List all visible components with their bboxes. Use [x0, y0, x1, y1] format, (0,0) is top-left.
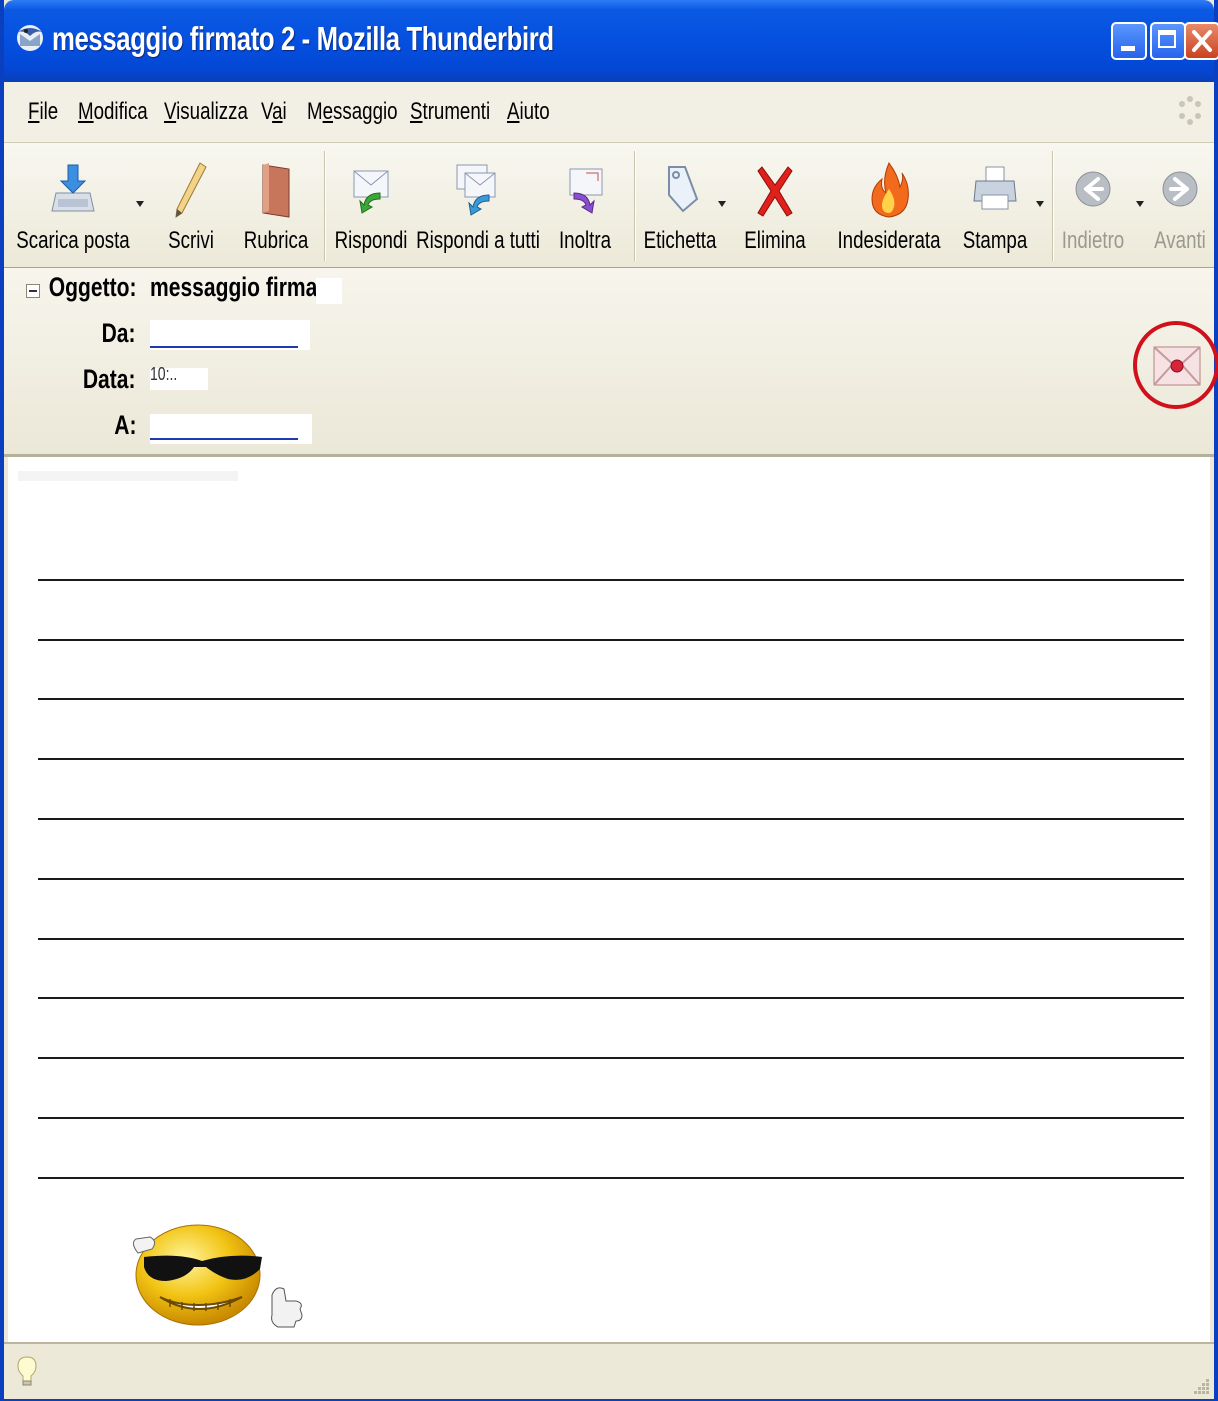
to-link-underline — [150, 438, 298, 440]
junk-label: Indesiderata — [837, 227, 941, 254]
delete-icon — [757, 166, 793, 217]
reply-all-icon — [456, 164, 496, 216]
get-mail-label: Scarica posta — [16, 227, 130, 254]
tag-icon — [668, 166, 699, 213]
body-rule — [38, 758, 1184, 760]
maximize-icon — [1158, 30, 1176, 48]
menu-modifica[interactable]: Modifica — [78, 98, 148, 126]
toolbar-separator — [324, 151, 326, 261]
reply-icon — [353, 170, 389, 214]
body-rule — [38, 997, 1184, 999]
close-button[interactable] — [1184, 22, 1218, 60]
minimize-button[interactable] — [1111, 22, 1147, 60]
close-icon — [1192, 30, 1212, 52]
from-label: Da: — [102, 318, 136, 348]
collapse-header-icon[interactable] — [26, 284, 40, 298]
tag-label: Etichetta — [643, 227, 717, 254]
message-header-pane: Oggetto: messaggio firmato Da: Data: 10:… — [4, 268, 1214, 457]
write-label: Scrivi — [168, 227, 214, 254]
minimize-icon — [1121, 46, 1135, 51]
back-label: Indietro — [1061, 227, 1125, 254]
menu-visualizza[interactable]: Visualizza — [164, 98, 248, 126]
cool-smiley-icon — [132, 1224, 303, 1328]
reply-label: Rispondi — [334, 227, 408, 254]
resize-grip-icon[interactable] — [1192, 1377, 1210, 1395]
back-arrow-icon — [1075, 171, 1111, 207]
address-book-icon — [262, 163, 290, 218]
pencil-icon — [175, 162, 207, 219]
menu-bar: File Modifica Visualizza Vai Messaggio S… — [4, 82, 1214, 143]
back-dropdown-icon[interactable] — [1136, 201, 1144, 207]
to-label: A: — [113, 410, 136, 440]
forward-nav-label: Avanti — [1154, 227, 1206, 254]
throbber-icon — [1179, 96, 1201, 125]
get-mail-dropdown-icon[interactable] — [136, 201, 144, 207]
forward-nav-button[interactable]: Avanti — [1150, 149, 1210, 261]
status-bar — [4, 1342, 1214, 1399]
back-button[interactable]: Indietro — [1058, 149, 1128, 261]
reply-button[interactable]: Rispondi — [334, 149, 408, 261]
get-mail-icon — [51, 164, 95, 212]
title-bar[interactable]: messaggio firmato 2 - Mozilla Thunderbir… — [4, 0, 1218, 82]
subject-value: messaggio firmato — [150, 272, 338, 302]
message-body[interactable] — [8, 457, 1210, 1342]
window-title: messaggio firmato 2 - Mozilla Thunderbir… — [52, 20, 554, 57]
security-signature-indicator[interactable] — [1130, 318, 1218, 410]
forward-arrow-icon — [1162, 171, 1198, 207]
body-rule — [38, 818, 1184, 820]
menu-messaggio[interactable]: Messaggio — [307, 98, 398, 126]
printer-icon — [973, 166, 1017, 210]
date-value: 10:.. — [150, 364, 178, 384]
tag-button[interactable]: Etichetta — [642, 149, 718, 261]
get-mail-button[interactable]: Scarica posta — [16, 149, 130, 261]
body-rule — [38, 639, 1184, 641]
print-button[interactable]: Stampa — [960, 149, 1030, 261]
menu-strumenti[interactable]: Strumenti — [410, 98, 490, 126]
toolbar-separator — [634, 151, 636, 261]
body-rule — [38, 938, 1184, 940]
print-label: Stampa — [962, 227, 1028, 254]
date-label: Data: — [83, 364, 136, 394]
address-book-button[interactable]: Rubrica — [236, 149, 316, 261]
toolbar-separator — [1052, 151, 1054, 261]
thunderbird-icon — [17, 25, 43, 51]
reply-all-label: Rispondi a tutti — [416, 227, 540, 254]
body-rule — [38, 878, 1184, 880]
main-toolbar: Scarica posta Scrivi Rubrica Rispondi Ri… — [4, 143, 1214, 268]
thunderbird-window: messaggio firmato 2 - Mozilla Thunderbir… — [0, 0, 1218, 1401]
write-button[interactable]: Scrivi — [158, 149, 224, 261]
address-book-label: Rubrica — [243, 227, 309, 254]
body-rule — [38, 1177, 1184, 1179]
reply-all-button[interactable]: Rispondi a tutti — [416, 149, 540, 261]
body-rule — [38, 1057, 1184, 1059]
from-link-underline — [150, 346, 298, 348]
print-dropdown-icon[interactable] — [1036, 201, 1044, 207]
forward-icon — [569, 168, 603, 214]
forward-button[interactable]: Inoltra — [550, 149, 620, 261]
menu-file[interactable]: File — [28, 98, 58, 126]
redacted-body-line — [18, 471, 238, 481]
delete-button[interactable]: Elimina — [740, 149, 810, 261]
redacted-subject — [316, 278, 342, 304]
maximize-button[interactable] — [1150, 22, 1186, 60]
body-rule — [38, 1117, 1184, 1119]
flame-icon — [871, 162, 909, 218]
junk-button[interactable]: Indesiderata — [834, 149, 944, 261]
body-rule — [38, 579, 1184, 581]
forward-label: Inoltra — [558, 227, 612, 254]
lightbulb-icon — [17, 1356, 37, 1386]
delete-label: Elimina — [744, 227, 806, 254]
tag-dropdown-icon[interactable] — [718, 201, 726, 207]
signed-message-icon — [1133, 321, 1218, 409]
subject-label: Oggetto: — [48, 272, 136, 302]
menu-vai[interactable]: Vai — [261, 98, 287, 126]
body-rule — [38, 698, 1184, 700]
menu-aiuto[interactable]: Aiuto — [507, 98, 550, 126]
